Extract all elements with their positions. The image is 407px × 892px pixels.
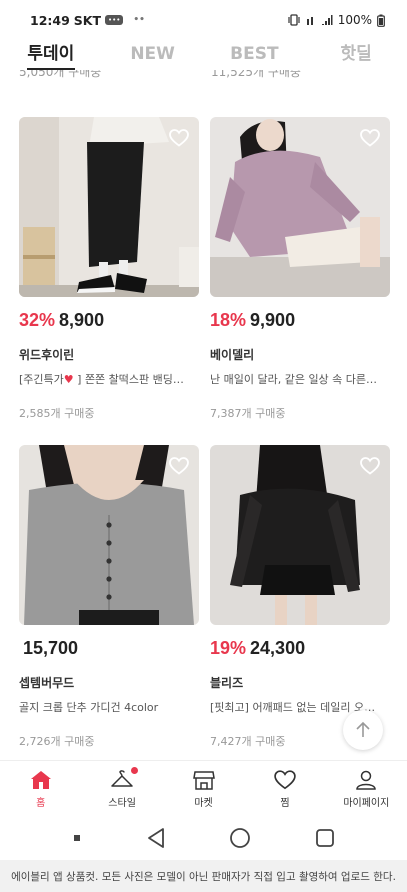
status-left: 12:49 SKT ••• •• bbox=[30, 13, 145, 28]
carrier-badge: ••• bbox=[105, 15, 124, 25]
shop-name[interactable]: 베이델리 bbox=[210, 346, 390, 363]
shop-name[interactable]: 블리즈 bbox=[210, 674, 390, 691]
scroll-to-top-button[interactable] bbox=[343, 710, 383, 750]
vibrate-icon bbox=[288, 14, 300, 26]
status-carrier: SKT bbox=[73, 12, 102, 28]
price: 8,900 bbox=[59, 310, 105, 330]
nav-wishlist[interactable]: 찜 bbox=[244, 761, 325, 816]
red-heart-emoji: ♥ bbox=[63, 373, 74, 386]
status-time: 12:49 bbox=[30, 12, 70, 28]
price: 24,300 bbox=[250, 638, 306, 658]
sold-count: 7,387개 구매중 bbox=[210, 407, 286, 420]
nav-wishlist-label: 찜 bbox=[280, 798, 290, 809]
overview-square-icon[interactable] bbox=[315, 828, 335, 848]
shop-name[interactable]: 위드후이린 bbox=[19, 346, 199, 363]
nav-mypage[interactable]: 마이페이지 bbox=[326, 761, 407, 816]
sold-count-cut-left: 5,050개 구매중 bbox=[19, 70, 102, 79]
price-line: 19% 24,300 bbox=[210, 638, 390, 660]
product-description: 골지 크롭 단추 가디건 4color bbox=[19, 701, 159, 714]
nav-market-label: 마켓 bbox=[194, 798, 213, 809]
store-icon bbox=[192, 771, 215, 790]
home-icon bbox=[30, 771, 51, 789]
tab-today[interactable]: 투데이 bbox=[0, 40, 102, 70]
product-card[interactable]: 18% 9,900 베이델리 난 매일이 달라, 같은 일상 속 다른… 7,3… bbox=[210, 117, 390, 421]
tab-hotdeal[interactable]: 핫딜 bbox=[305, 40, 407, 70]
status-dots: •• bbox=[133, 15, 145, 25]
heart-icon bbox=[274, 770, 296, 790]
back-icon[interactable] bbox=[146, 827, 166, 849]
nav-style-label: 스타일 bbox=[108, 798, 136, 809]
person-icon bbox=[356, 770, 377, 790]
heart-icon[interactable] bbox=[169, 457, 189, 475]
nav-mypage-label: 마이페이지 bbox=[343, 798, 390, 809]
discount-rate: 19% bbox=[210, 638, 247, 658]
arrow-up-icon bbox=[356, 721, 370, 737]
wifi-icon bbox=[306, 17, 313, 25]
recent-apps-dot-icon[interactable] bbox=[72, 833, 82, 843]
product-description: 난 매일이 달라, 같은 일상 속 다른… bbox=[210, 373, 378, 386]
product-photo[interactable] bbox=[19, 117, 199, 297]
product-photo[interactable] bbox=[210, 117, 390, 297]
shop-name[interactable]: 셉템버무드 bbox=[19, 674, 199, 691]
heart-icon[interactable] bbox=[360, 457, 380, 475]
status-bar: 12:49 SKT ••• •• 100% bbox=[0, 0, 407, 40]
sold-count-cut-right: 11,525개 구매중 bbox=[211, 70, 301, 79]
tab-best[interactable]: BEST bbox=[204, 40, 306, 70]
product-photo[interactable] bbox=[19, 445, 199, 625]
product-card[interactable]: 32% 8,900 위드후이린 [주긴특가♥ ] 쫀쫀 찰떡스판 밴딩… 2,5… bbox=[19, 117, 199, 421]
desc-text: ] 쫀쫀 찰떡스판 밴딩… bbox=[73, 373, 184, 386]
nav-market[interactable]: 마켓 bbox=[163, 761, 244, 816]
signal-icon bbox=[321, 15, 333, 25]
battery-icon bbox=[377, 14, 385, 27]
nav-home[interactable]: 홈 bbox=[0, 761, 81, 816]
product-card[interactable]: 15,700 셉템버무드 골지 크롭 단추 가디건 4color 2,726개 … bbox=[19, 445, 199, 749]
product-description: [주긴특가♥ ] 쫀쫀 찰떡스판 밴딩… bbox=[19, 371, 197, 387]
desc-prefix: [주긴특가 bbox=[19, 373, 64, 386]
hanger-icon bbox=[111, 770, 133, 787]
discount-rate: 32% bbox=[19, 310, 56, 330]
top-tabs: 투데이 NEW BEST 핫딜 bbox=[0, 40, 407, 70]
nav-style[interactable]: 스타일 bbox=[81, 761, 162, 816]
system-nav-bar bbox=[0, 816, 407, 860]
notification-dot bbox=[131, 767, 139, 774]
home-circle-icon[interactable] bbox=[229, 827, 251, 849]
tab-new[interactable]: NEW bbox=[102, 40, 204, 70]
nav-home-label: 홈 bbox=[36, 798, 46, 809]
product-photo[interactable] bbox=[210, 445, 390, 625]
price-line: 18% 9,900 bbox=[210, 310, 390, 332]
status-right: 100% bbox=[287, 13, 385, 27]
disclaimer-caption: 에이블리 앱 상품컷. 모든 사진은 모델이 아닌 판매자가 직접 입고 촬영하… bbox=[0, 860, 407, 892]
sold-count: 2,726개 구매중 bbox=[19, 735, 95, 748]
price-line: 15,700 bbox=[19, 638, 199, 660]
battery-percent: 100% bbox=[337, 13, 372, 27]
previous-row-partial: 5,050개 구매중 11,525개 구매중 bbox=[0, 70, 407, 80]
price: 15,700 bbox=[23, 638, 79, 658]
product-card[interactable]: 19% 24,300 블리즈 [핏최고] 어깨패드 없는 데일리 오… 7,42… bbox=[210, 445, 390, 749]
sold-count: 2,585개 구매중 bbox=[19, 407, 95, 420]
heart-icon[interactable] bbox=[360, 129, 380, 147]
price: 9,900 bbox=[250, 310, 296, 330]
price-line: 32% 8,900 bbox=[19, 310, 199, 332]
bottom-nav: 홈 스타일 마켓 찜 마이페이지 bbox=[0, 760, 407, 816]
discount-rate: 18% bbox=[210, 310, 247, 330]
heart-icon[interactable] bbox=[169, 129, 189, 147]
